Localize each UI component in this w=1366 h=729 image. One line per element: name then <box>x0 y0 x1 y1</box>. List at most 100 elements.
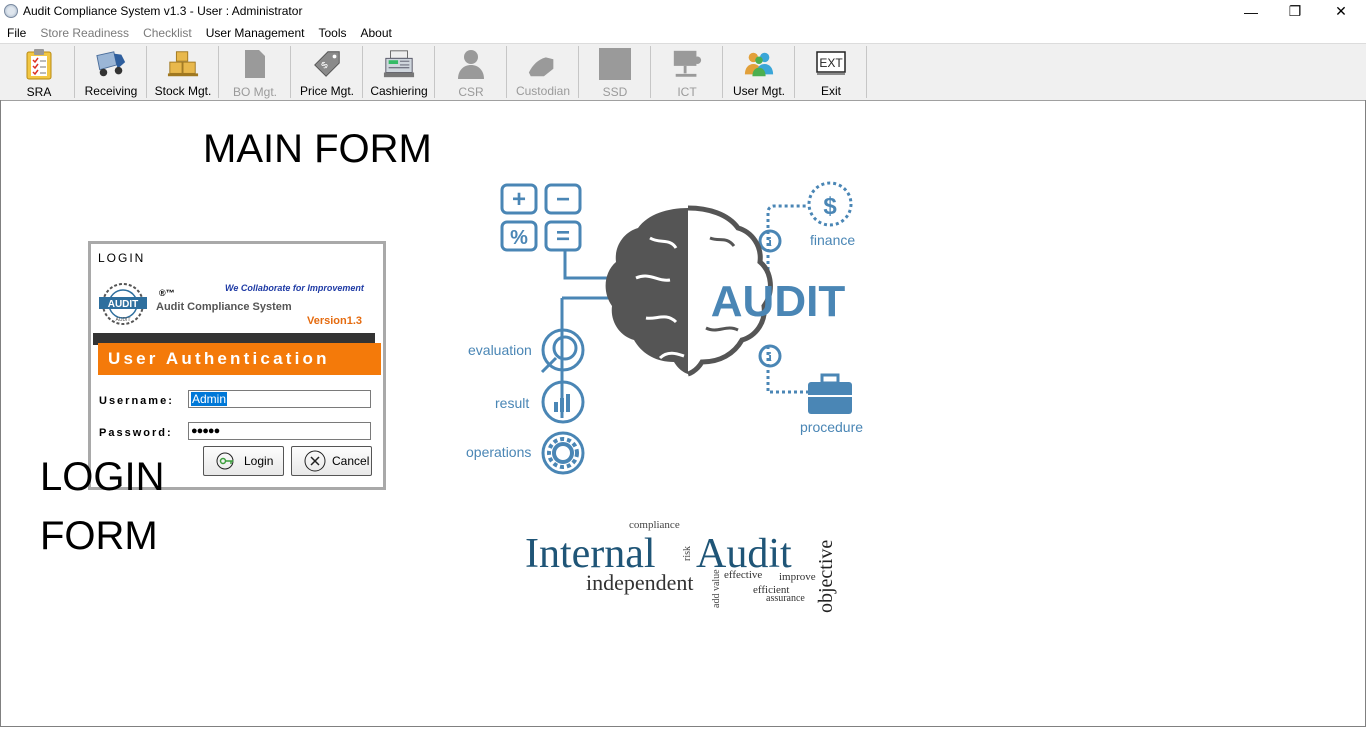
login-button[interactable]: Login <box>203 446 284 476</box>
logo-text-top: AUDIT <box>108 299 139 310</box>
registered-mark: ®™ <box>159 288 175 298</box>
procedure-label: procedure <box>800 419 863 435</box>
toolbar-ict-button[interactable]: ICT <box>652 46 723 99</box>
restore-button[interactable]: ❐ <box>1272 0 1318 23</box>
toolbar-custodian-button[interactable]: Custodian <box>508 46 579 98</box>
login-form-annotation-line2: FORM <box>40 514 158 558</box>
audit-logo: AUDIT AUDIT <box>96 281 150 332</box>
internal-audit-wordcloud: Internal Audit independent compliance ri… <box>520 515 840 620</box>
version-label: Version1.3 <box>307 315 363 327</box>
evaluation-label: evaluation <box>468 342 532 358</box>
menu-checklist[interactable]: Checklist <box>136 26 199 40</box>
toolbar-label: Exit <box>820 84 841 98</box>
wordcloud-improve: improve <box>779 571 816 583</box>
toolbar-sra-button[interactable]: SRA <box>4 46 75 99</box>
equals-icon: = <box>556 223 570 250</box>
briefcase-icon <box>808 373 852 414</box>
toolbar-receiving-button[interactable]: Receiving <box>76 46 147 98</box>
toolbar-label: Receiving <box>84 84 138 98</box>
minus-icon: − <box>556 186 570 213</box>
plus-icon: + <box>512 186 526 213</box>
info-icon: i <box>768 234 772 249</box>
exit-icon: EXT <box>815 48 847 79</box>
toolbar: SRA Receiving Stock Mgt. BO Mgt. $ Price… <box>0 43 1366 101</box>
menu-store-readiness[interactable]: Store Readiness <box>33 26 136 40</box>
toolbar-label: Custodian <box>515 84 571 98</box>
wordcloud-objective: objective <box>815 540 837 613</box>
operations-label: operations <box>466 444 531 460</box>
wordcloud-compliance: compliance <box>629 519 680 531</box>
toolbar-ssd-button[interactable]: SSD <box>580 46 651 99</box>
toolbar-label: SRA <box>26 85 52 99</box>
boxes-icon <box>167 48 199 79</box>
wordcloud-risk: risk <box>682 546 693 561</box>
toolbar-user-mgt-button[interactable]: User Mgt. <box>724 46 795 98</box>
key-icon <box>216 452 238 470</box>
dollar-icon: $ <box>823 193 837 220</box>
toolbar-exit-button[interactable]: EXT Exit <box>796 46 867 98</box>
result-label: result <box>495 395 529 411</box>
percent-icon: % <box>510 227 528 249</box>
network-icon <box>671 48 703 80</box>
minimize-button[interactable]: — <box>1228 0 1274 23</box>
toolbar-bo-mgt-button[interactable]: BO Mgt. <box>220 46 291 99</box>
wordcloud-add-value: add value <box>711 569 722 608</box>
hand-icon <box>527 48 559 79</box>
menu-file[interactable]: File <box>0 26 33 40</box>
main-form-annotation: MAIN FORM <box>203 127 432 171</box>
square-icon <box>599 48 631 80</box>
password-input[interactable]: ●●●●● <box>188 422 371 440</box>
audit-word: AUDIT <box>711 277 846 326</box>
menu-bar: File Store Readiness Checklist User Mana… <box>0 23 1366 43</box>
gear-icon <box>547 437 579 469</box>
system-name: Audit Compliance System <box>156 301 292 313</box>
cancel-button-label: Cancel <box>332 454 370 468</box>
login-dialog: LOGIN AUDIT AUDIT ®™ We Collaborate for … <box>88 241 386 490</box>
wordcloud-effective: effective <box>724 569 762 581</box>
wordcloud-assurance: assurance <box>766 593 805 604</box>
toolbar-price-mgt-button[interactable]: $ Price Mgt. <box>292 46 363 98</box>
toolbar-label: Price Mgt. <box>299 84 354 98</box>
finance-label: finance <box>810 232 855 248</box>
app-icon <box>4 4 18 18</box>
toolbar-label: User Mgt. <box>732 84 785 98</box>
price-tag-icon: $ <box>311 48 343 79</box>
menu-user-management[interactable]: User Management <box>199 26 312 40</box>
svg-text:EXT: EXT <box>819 56 843 70</box>
logo-text-bottom: AUDIT <box>116 317 131 323</box>
menu-tools[interactable]: Tools <box>311 26 353 40</box>
cancel-button[interactable]: Cancel <box>291 446 372 476</box>
close-button[interactable]: ✕ <box>1318 0 1364 23</box>
document-icon <box>239 48 271 80</box>
users-icon <box>743 48 775 79</box>
truck-icon <box>95 48 127 79</box>
info-icon: i <box>768 349 772 364</box>
cash-register-icon <box>383 48 415 79</box>
toolbar-stock-mgt-button[interactable]: Stock Mgt. <box>148 46 219 98</box>
person-icon <box>455 48 487 80</box>
title-bar: Audit Compliance System v1.3 - User : Ad… <box>0 0 1366 23</box>
tagline: We Collaborate for Improvement <box>225 283 364 293</box>
toolbar-label: SSD <box>602 85 628 99</box>
username-input[interactable]: Admin <box>188 390 371 408</box>
clipboard-icon <box>23 48 55 80</box>
window-title: Audit Compliance System v1.3 - User : Ad… <box>23 4 303 18</box>
menu-about[interactable]: About <box>353 26 398 40</box>
wordcloud-independent: independent <box>586 570 694 595</box>
login-form-annotation-line1: LOGIN <box>40 455 165 499</box>
toolbar-label: CSR <box>458 85 484 99</box>
toolbar-label: ICT <box>677 85 697 99</box>
username-label: Username: <box>99 395 174 407</box>
audit-brain-graphic: + − % = $ i i AUDIT finance procedure ev… <box>460 178 870 478</box>
toolbar-label: Cashiering <box>370 84 428 98</box>
username-value: Admin <box>191 392 228 406</box>
password-label: Password: <box>99 427 173 439</box>
cancel-x-icon <box>304 450 326 472</box>
login-caption: LOGIN <box>98 251 146 265</box>
toolbar-csr-button[interactable]: CSR <box>436 46 507 99</box>
login-button-label: Login <box>244 454 274 468</box>
auth-banner: User Authentication <box>98 343 381 375</box>
toolbar-label: Stock Mgt. <box>154 84 212 98</box>
toolbar-label: BO Mgt. <box>232 85 277 99</box>
toolbar-cashiering-button[interactable]: Cashiering <box>364 46 435 98</box>
